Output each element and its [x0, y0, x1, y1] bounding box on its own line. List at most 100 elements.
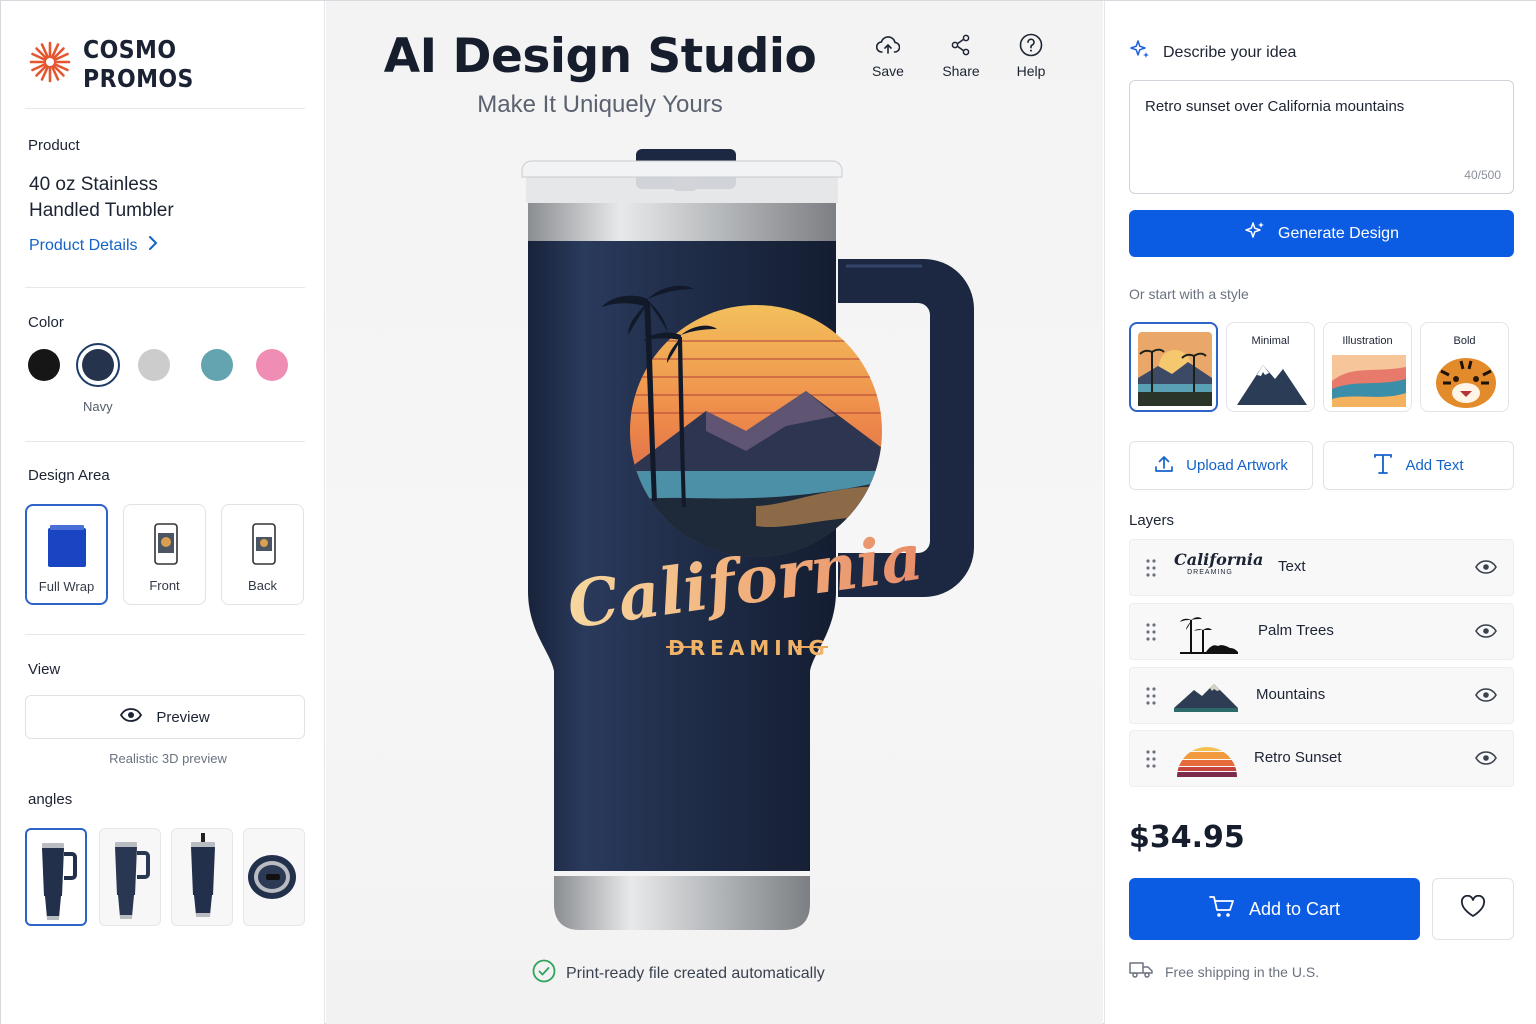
style-label: Bold: [1453, 335, 1476, 347]
tumbler-angle-image: [42, 843, 77, 920]
share-icon: [933, 33, 989, 57]
layer-name: Mountains: [1256, 686, 1326, 703]
swatch-gray[interactable]: [138, 349, 170, 381]
view-section-label: View: [28, 661, 61, 678]
upload-artwork-button[interactable]: Upload Artwork: [1129, 441, 1313, 490]
angle-thumb-1[interactable]: [25, 828, 87, 926]
design-area-label: Back: [248, 578, 277, 593]
full-wrap-icon: [48, 525, 86, 567]
page-subtitle: Make It Uniquely Yours: [477, 91, 723, 118]
truck-icon: [1129, 961, 1153, 982]
add-text-button[interactable]: Add Text: [1323, 441, 1514, 490]
front-icon: [154, 523, 178, 565]
tumbler-angle-image: [191, 833, 215, 917]
selected-color-label: Navy: [83, 399, 113, 414]
save-button[interactable]: Save: [860, 33, 916, 79]
thumb-script: California: [1174, 550, 1264, 569]
share-button[interactable]: Share: [933, 33, 989, 79]
idea-text: Retro sunset over California mountains: [1145, 98, 1405, 115]
left-sidebar: COSMO PROMOS Product 40 oz Stainless Han…: [1, 1, 325, 1024]
layer-name: Retro Sunset: [1254, 749, 1342, 766]
eye-icon: [120, 708, 143, 726]
mountains-thumbnail: [1174, 684, 1238, 712]
swatch-black[interactable]: [28, 349, 60, 381]
visibility-eye-icon[interactable]: [1475, 750, 1497, 766]
upload-icon: [1154, 454, 1174, 478]
upload-artwork-label: Upload Artwork: [1186, 457, 1288, 474]
heart-icon: [1460, 894, 1486, 924]
swatch-pink[interactable]: [256, 349, 288, 381]
style-illustration[interactable]: Illustration: [1323, 322, 1412, 412]
chevron-right-icon: [148, 236, 158, 255]
add-to-cart-label: Add to Cart: [1248, 898, 1341, 919]
shipping-note: Free shipping in the U.S.: [1129, 961, 1319, 982]
design-area-label: Full Wrap: [38, 579, 95, 594]
design-area-section-label: Design Area: [28, 467, 110, 484]
idea-textarea[interactable]: Retro sunset over California mountains 4…: [1129, 80, 1514, 194]
cart-icon: [1209, 895, 1235, 924]
preview-button[interactable]: Preview: [25, 695, 305, 739]
add-to-cart-button[interactable]: Add to Cart: [1129, 878, 1420, 940]
layer-text[interactable]: California DREAMING Text: [1129, 539, 1514, 596]
preview-label: Preview: [156, 708, 210, 726]
design-area-full-wrap[interactable]: Full Wrap: [25, 504, 108, 605]
drag-handle-icon[interactable]: [1146, 750, 1156, 768]
style-bold[interactable]: Bold: [1420, 322, 1509, 412]
help-icon: [1003, 33, 1059, 57]
layer-retro-sunset[interactable]: Retro Sunset: [1129, 730, 1514, 787]
illustration-landscape-image: [1332, 355, 1406, 407]
drag-handle-icon[interactable]: [1146, 559, 1156, 577]
style-minimal[interactable]: Minimal: [1226, 322, 1315, 412]
character-counter: 40/500: [1464, 168, 1501, 182]
style-retro-sunset[interactable]: [1129, 322, 1218, 412]
product-details-label: Product Details: [29, 236, 138, 254]
drag-handle-icon[interactable]: [1146, 623, 1156, 641]
drag-handle-icon[interactable]: [1146, 687, 1156, 705]
divider: [25, 108, 305, 109]
layer-palm-trees[interactable]: Palm Trees: [1129, 603, 1514, 660]
design-canvas: AI Design Studio Make It Uniquely Yours …: [326, 1, 1103, 1024]
tumbler-angle-image: [248, 855, 296, 899]
preview-note: Realistic 3D preview: [109, 751, 227, 766]
save-label: Save: [872, 63, 904, 79]
angle-thumb-4[interactable]: [243, 828, 305, 926]
style-label: Minimal: [1251, 335, 1290, 347]
favorite-button[interactable]: [1432, 878, 1514, 940]
visibility-eye-icon[interactable]: [1475, 687, 1497, 703]
print-ready-status: Print-ready file created automatically: [532, 959, 825, 988]
visibility-eye-icon[interactable]: [1475, 559, 1497, 575]
product-name: 40 oz Stainless Handled Tumbler: [29, 174, 174, 221]
divider: [25, 634, 305, 635]
generate-design-button[interactable]: Generate Design: [1129, 210, 1514, 257]
brand-logo[interactable]: COSMO PROMOS: [29, 35, 324, 93]
cloud-upload-icon: [860, 33, 916, 57]
back-icon: [252, 523, 276, 565]
swatch-navy[interactable]: [76, 343, 120, 387]
right-panel: Describe your idea Retro sunset over Cal…: [1104, 1, 1536, 1024]
swatch-teal[interactable]: [201, 349, 233, 381]
layers-title: Layers: [1129, 512, 1175, 529]
minimal-mountain-image: [1237, 365, 1307, 405]
price: $34.95: [1129, 820, 1245, 855]
help-label: Help: [1016, 63, 1046, 79]
palm-trees-thumbnail: [1180, 617, 1238, 654]
help-button[interactable]: Help: [1003, 33, 1059, 79]
color-section-label: Color: [28, 314, 64, 331]
design-area-front[interactable]: Front: [123, 504, 206, 605]
design-area-back[interactable]: Back: [221, 504, 304, 605]
sparkle-icon: [1244, 220, 1266, 247]
shipping-text: Free shipping in the U.S.: [1165, 963, 1320, 980]
artwork-tagline: DREAMING: [668, 636, 830, 660]
visibility-eye-icon[interactable]: [1475, 623, 1497, 639]
angles-section-label: angles: [28, 791, 73, 808]
sparkle-icon: [1129, 39, 1151, 66]
divider: [25, 441, 305, 442]
thumb-tagline: DREAMING: [1187, 569, 1233, 576]
style-label: Illustration: [1342, 335, 1393, 347]
layer-mountains[interactable]: Mountains: [1129, 667, 1514, 724]
angle-thumb-2[interactable]: [99, 828, 161, 926]
product-details-link[interactable]: Product Details: [29, 236, 158, 255]
angle-thumb-3[interactable]: [171, 828, 233, 926]
tiger-image: [1436, 358, 1496, 408]
generate-design-label: Generate Design: [1278, 224, 1399, 242]
